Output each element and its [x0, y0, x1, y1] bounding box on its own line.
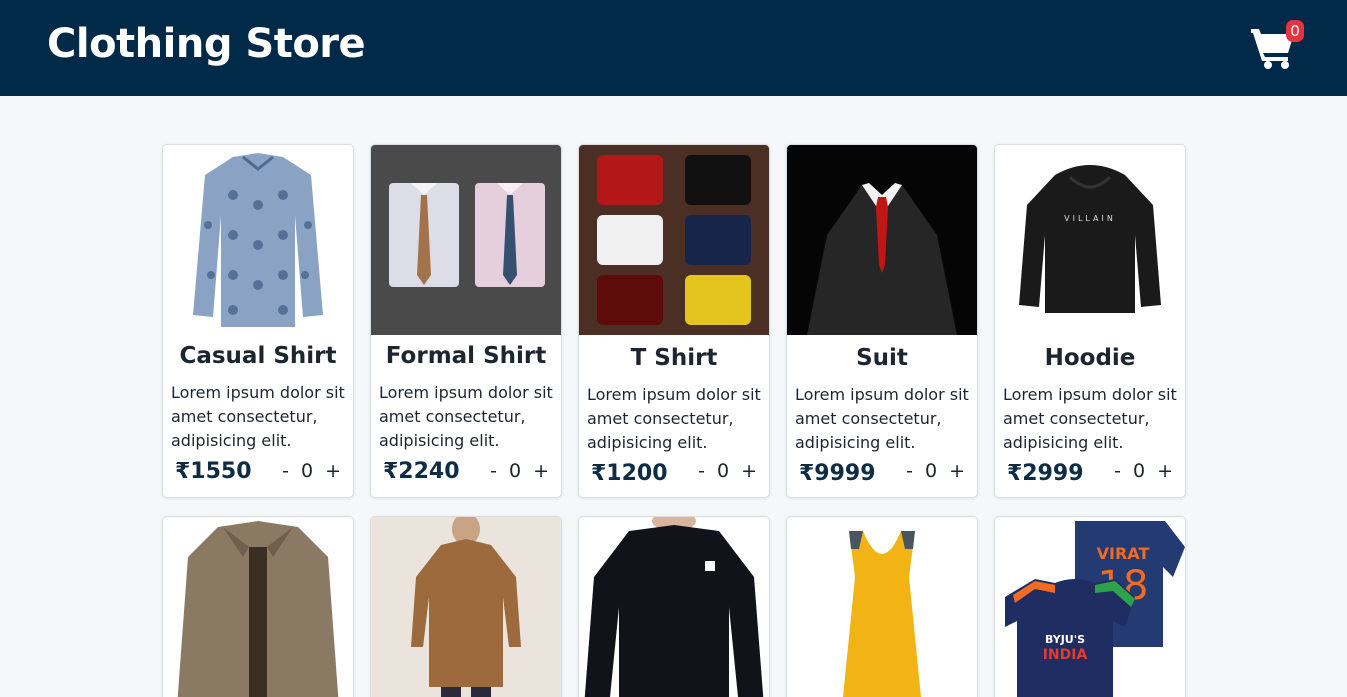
suit-image	[787, 145, 977, 335]
cricket-jersey-image: VIRAT 18 BYJU'S INDIA	[995, 517, 1185, 697]
site-header: Clothing Store 0	[0, 0, 1347, 96]
jersey-team-text: INDIA	[1043, 647, 1088, 663]
compression-shirt-image	[579, 517, 769, 697]
product-name: Suit	[856, 345, 908, 371]
increase-button[interactable]: +	[1157, 460, 1173, 482]
quantity-stepper: - 0 +	[490, 460, 549, 482]
increase-button[interactable]: +	[325, 460, 341, 482]
jersey-player-name: VIRAT	[1097, 544, 1150, 563]
product-card	[162, 516, 354, 697]
product-name: Casual Shirt	[179, 343, 337, 369]
quantity-value: 0	[716, 460, 730, 482]
quantity-stepper: - 0 +	[1114, 460, 1173, 482]
product-price: ₹1200	[591, 461, 668, 486]
product-card: Suit Lorem ipsum dolor sit amet consecte…	[786, 144, 978, 498]
product-price: ₹2240	[383, 459, 460, 484]
product-card: VILLAIN Hoodie Lorem ipsum dolor sit ame…	[994, 144, 1186, 498]
product-card: VIRAT 18 BYJU'S INDIA	[994, 516, 1186, 697]
product-card: Casual Shirt Lorem ipsum dolor sit amet …	[162, 144, 354, 498]
product-name: Hoodie	[1044, 345, 1136, 371]
quantity-stepper: - 0 +	[282, 460, 341, 482]
product-card	[786, 516, 978, 697]
product-price: ₹2999	[1007, 461, 1084, 486]
jacket-image	[163, 517, 353, 697]
product-description: Lorem ipsum dolor sit amet consectetur, …	[795, 385, 969, 452]
cart-button[interactable]: 0	[1250, 20, 1304, 70]
product-card: Formal Shirt Lorem ipsum dolor sit amet …	[370, 144, 562, 498]
product-card	[370, 516, 562, 697]
product-price: ₹9999	[799, 461, 876, 486]
product-card	[578, 516, 770, 697]
increase-button[interactable]: +	[949, 460, 965, 482]
quantity-value: 0	[300, 460, 314, 482]
jersey-sponsor-text: BYJU'S	[1045, 633, 1085, 646]
product-name: Formal Shirt	[385, 343, 547, 369]
cart-count-badge: 0	[1286, 20, 1304, 42]
hoodie-print-text: VILLAIN	[1064, 214, 1116, 223]
product-card: T Shirt Lorem ipsum dolor sit amet conse…	[578, 144, 770, 498]
increase-button[interactable]: +	[533, 460, 549, 482]
store-title[interactable]: Clothing Store	[47, 21, 366, 67]
product-description: Lorem ipsum dolor sit amet consectetur, …	[379, 383, 553, 450]
t-shirt-image	[579, 145, 769, 335]
increase-button[interactable]: +	[741, 460, 757, 482]
formal-shirt-image	[371, 145, 561, 335]
decrease-button[interactable]: -	[1114, 460, 1121, 482]
casual-shirt-image	[163, 145, 353, 335]
product-name: T Shirt	[630, 345, 718, 371]
kurta-image	[371, 517, 561, 697]
product-price: ₹1550	[175, 459, 252, 484]
quantity-value: 0	[1132, 460, 1146, 482]
decrease-button[interactable]: -	[282, 460, 289, 482]
product-description: Lorem ipsum dolor sit amet consectetur, …	[171, 383, 345, 450]
hoodie-image: VILLAIN	[995, 145, 1185, 335]
product-description: Lorem ipsum dolor sit amet consectetur, …	[587, 385, 761, 452]
decrease-button[interactable]: -	[490, 460, 497, 482]
quantity-stepper: - 0 +	[906, 460, 965, 482]
quantity-value: 0	[508, 460, 522, 482]
decrease-button[interactable]: -	[906, 460, 913, 482]
quantity-stepper: - 0 +	[698, 460, 757, 482]
quantity-value: 0	[924, 460, 938, 482]
product-description: Lorem ipsum dolor sit amet consectetur, …	[1003, 385, 1177, 452]
decrease-button[interactable]: -	[698, 460, 705, 482]
product-grid: Casual Shirt Lorem ipsum dolor sit amet …	[162, 144, 1186, 697]
tank-top-image	[787, 517, 977, 697]
